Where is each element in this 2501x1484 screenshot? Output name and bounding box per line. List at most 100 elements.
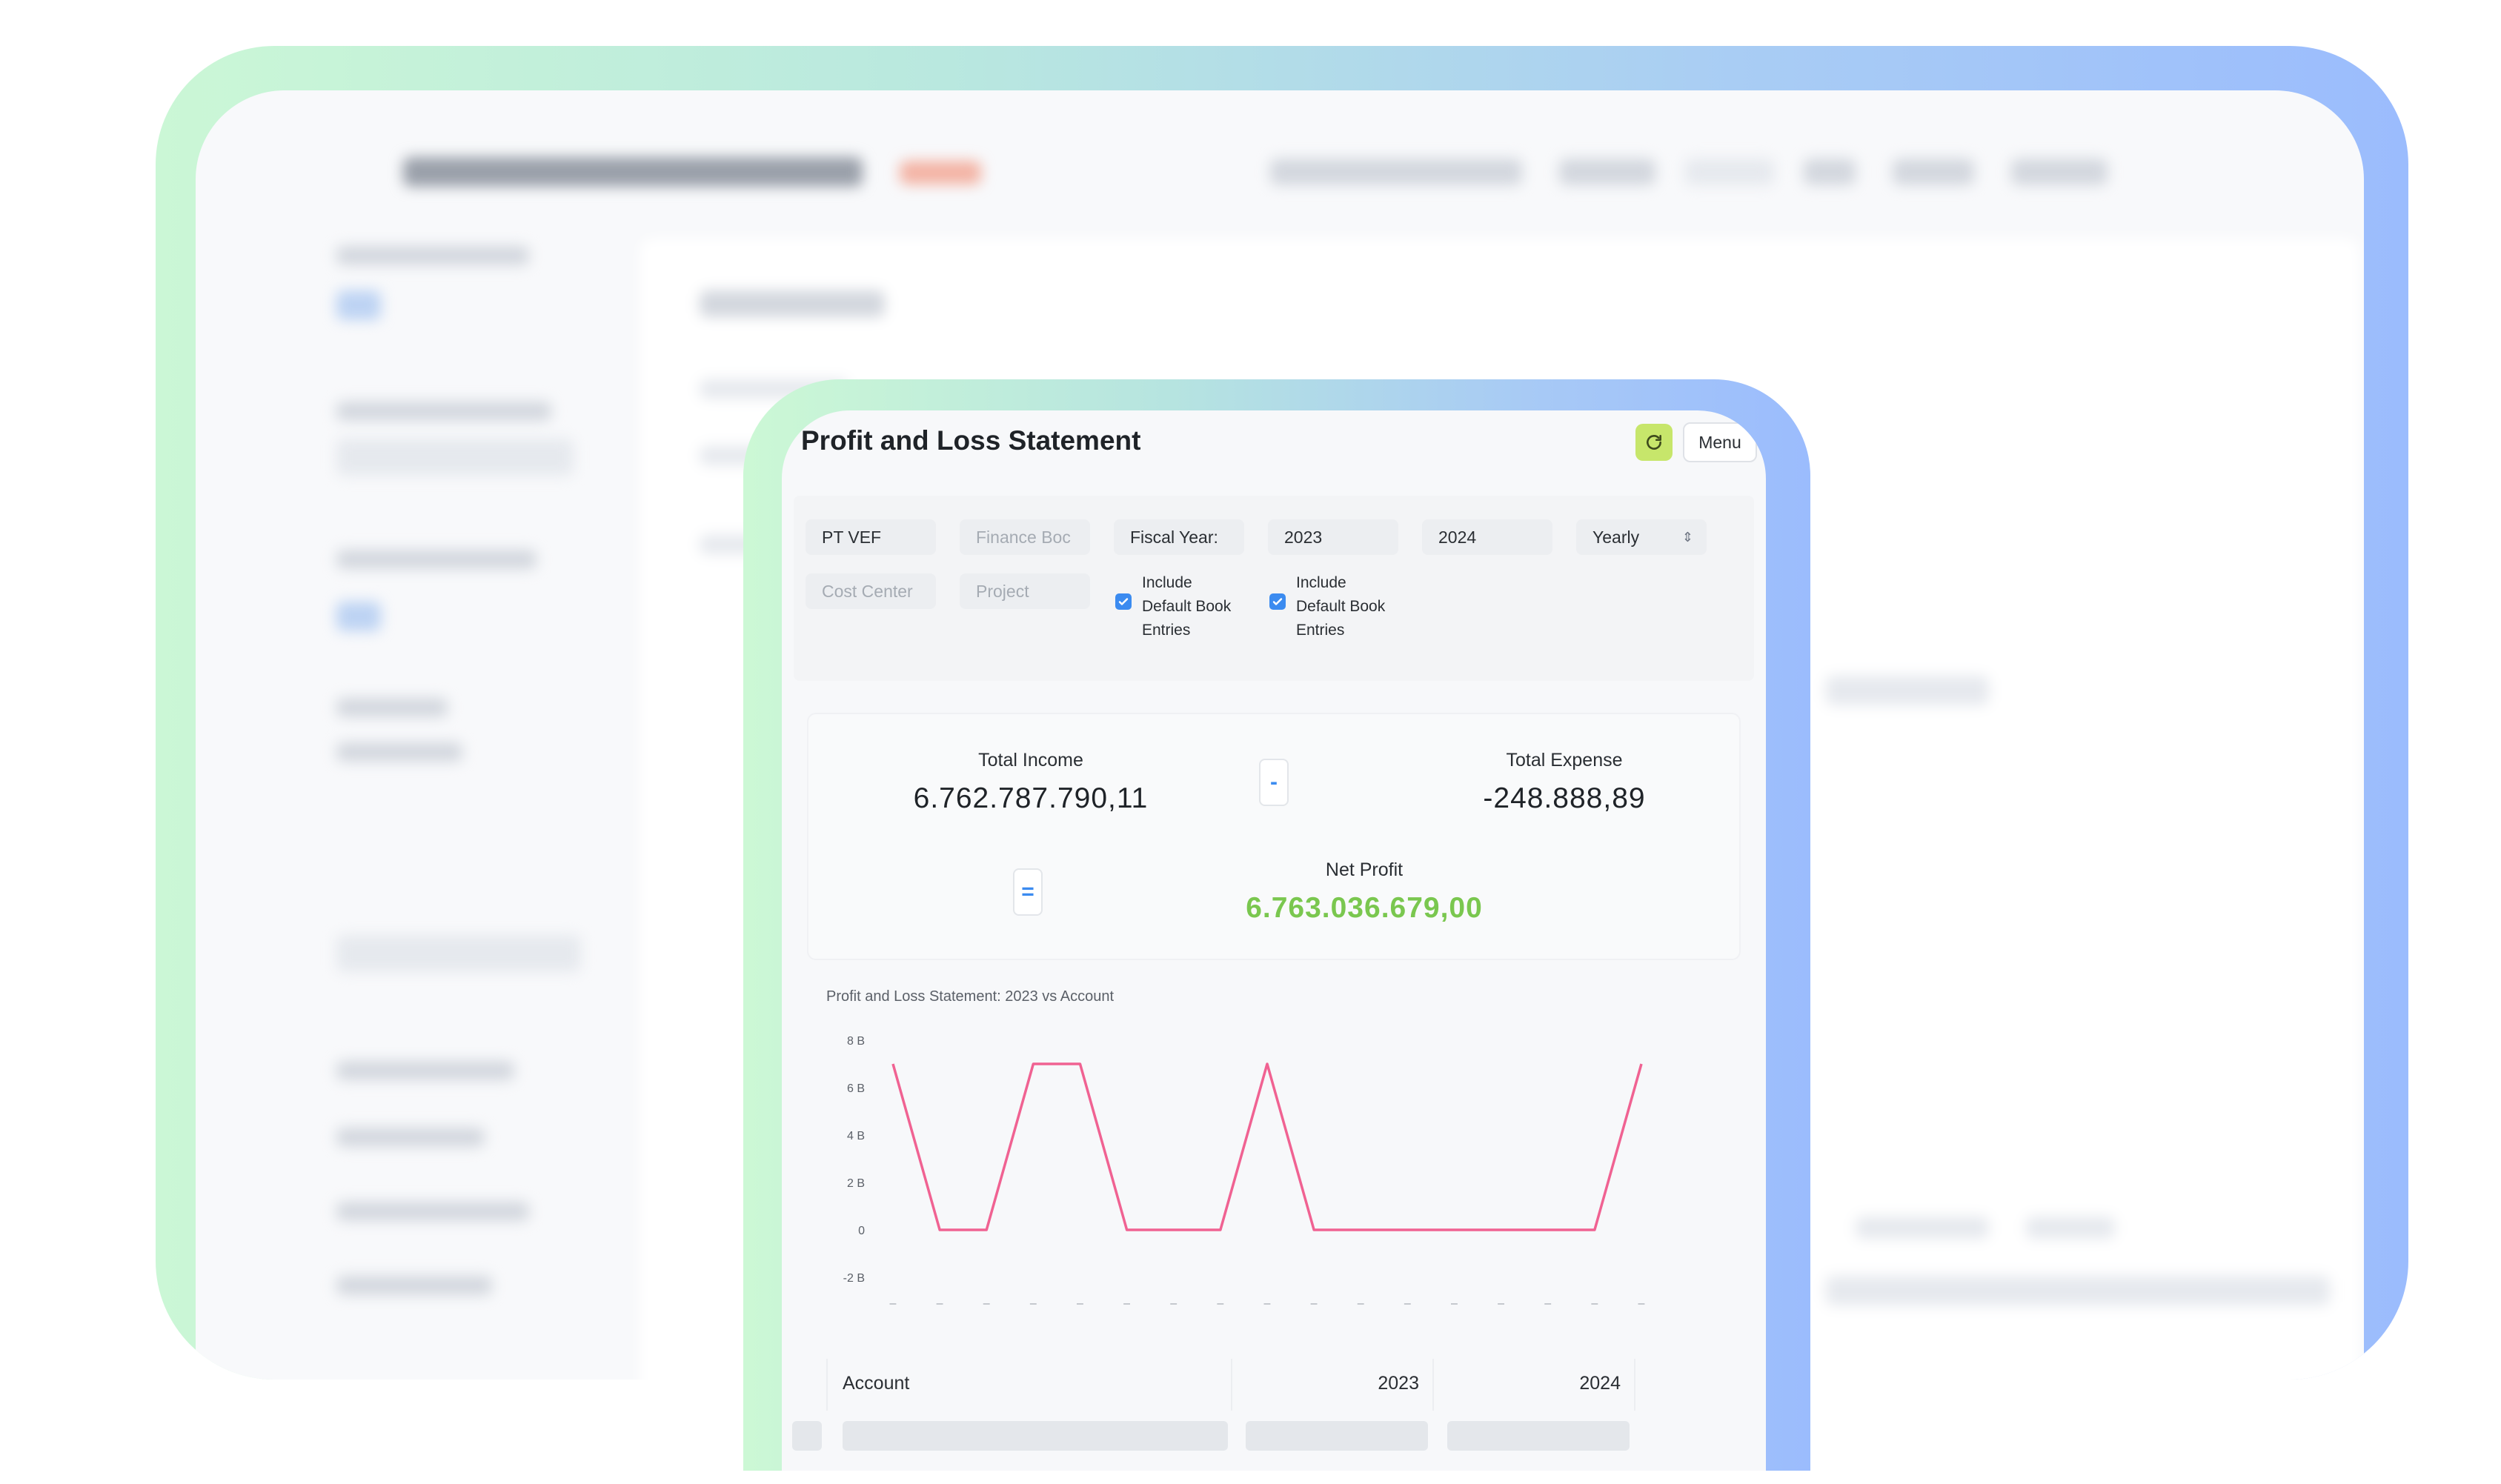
y-tick-label: 6 B [847,1082,865,1095]
report-card-frame: Profit and Loss Statement Menu PT VEF Fi… [743,379,1810,1484]
period-type-filter[interactable]: Fiscal Year: [1114,519,1244,555]
column-header-account[interactable]: Account [843,1359,909,1408]
bg-side-2 [336,290,381,320]
label-line: Default Book [1296,598,1386,615]
column-header-2024[interactable]: 2024 [1443,1359,1621,1408]
bg-nav-4 [1893,159,1974,185]
y-tick-label: -2 B [843,1272,865,1285]
equals-operator: = [1013,868,1043,916]
bg-side-12 [336,1202,529,1221]
summary-panel: Total Income 6.762.787.790,11 - Total Ex… [808,714,1739,959]
include-default-book-label-1: Include Default Book Entries [1142,571,1231,642]
x-tick-label: – [1264,1297,1271,1310]
checkbox-checked-icon [1115,593,1132,610]
x-tick-label: – [937,1297,943,1310]
periodicity-value: Yearly [1592,527,1640,547]
total-income-label: Total Income [978,750,1083,771]
bg-main-line-5 [1856,1217,1989,1239]
from-year-filter[interactable]: 2023 [1268,519,1398,555]
cost-center-filter[interactable]: Cost Center [806,573,936,609]
menu-button[interactable]: Menu [1683,422,1757,462]
to-year-filter[interactable]: 2024 [1422,519,1552,555]
table-divider [1231,1359,1232,1411]
x-tick-label: – [1358,1297,1364,1310]
card-bottom-fade [743,1471,1810,1484]
bg-side-13 [336,1276,492,1295]
bg-nav-1 [1559,159,1655,185]
bg-side-7 [336,698,448,717]
bg-side-6 [336,602,381,631]
bg-main-line-6 [2026,1217,2115,1239]
bg-side-8 [336,742,462,762]
bg-status-badge [900,161,981,184]
include-default-book-checkbox-1[interactable]: Include Default Book Entries [1115,571,1231,642]
table-divider [1432,1359,1434,1411]
table-divider [826,1359,828,1411]
bg-side-9 [336,935,581,972]
x-tick-label: – [1404,1297,1411,1310]
column-header-2023[interactable]: 2023 [1241,1359,1419,1408]
net-profit-value: 6.763.036.679,00 [1246,892,1483,924]
x-tick-label: – [1170,1297,1177,1310]
x-tick-label: – [1311,1297,1318,1310]
include-default-book-checkbox-2[interactable]: Include Default Book Entries [1269,571,1385,642]
table-row-cell [792,1421,822,1451]
report-card: Profit and Loss Statement Menu PT VEF Fi… [782,410,1766,1484]
table-row-cell [1447,1421,1630,1451]
label-line: Entries [1296,622,1345,639]
chart-container: Profit and Loss Statement: 2023 vs Accou… [804,988,1760,1314]
bg-side-3 [336,402,551,421]
x-tick-label: – [1498,1297,1504,1310]
total-income-value: 6.762.787.790,11 [913,782,1149,814]
label-line: Include [1296,574,1346,591]
bg-side-1 [336,246,529,265]
x-tick-label: – [1217,1297,1223,1310]
refresh-button[interactable] [1635,424,1673,461]
bg-side-4 [336,439,574,476]
table-row-cell [843,1421,1228,1451]
label-line: Include [1142,574,1192,591]
bg-title-bar [403,157,863,187]
net-profit-label: Net Profit [1325,859,1404,880]
x-tick-label: – [1591,1297,1598,1310]
x-tick-label: – [1030,1297,1037,1310]
total-expense-label: Total Expense [1506,750,1623,771]
y-tick-label: 4 B [847,1130,865,1142]
label-line: Default Book [1142,598,1232,615]
periodicity-select[interactable]: Yearly ⇕ [1576,519,1707,555]
y-tick-label: 2 B [847,1177,865,1190]
refresh-icon [1647,435,1661,450]
total-expense-value: -248.888,89 [1483,782,1646,814]
select-arrows-icon: ⇕ [1681,529,1693,545]
x-tick-label: – [1077,1297,1083,1310]
bg-nav-2 [1685,159,1774,185]
report-table: Account 2023 2024 [782,1359,1766,1484]
series-line [891,1062,1643,1231]
y-tick-label: 0 [858,1225,865,1237]
bg-search [1270,159,1522,185]
bg-nav-3 [1804,159,1856,185]
checkbox-checked-icon [1269,593,1286,610]
include-default-book-label-2: Include Default Book Entries [1296,571,1385,642]
x-tick-label: – [1451,1297,1458,1310]
page-title: Profit and Loss Statement [801,425,1141,456]
minus-operator: - [1259,759,1289,806]
y-tick-label: 8 B [847,1035,865,1048]
filters-panel: PT VEF Finance Boc Fiscal Year: 2023 202… [794,496,1754,681]
bg-side-10 [336,1061,514,1080]
table-row-cell [1246,1421,1428,1451]
line-chart: 8 B 6 B 4 B 2 B 0 -2 B – – – – – – – – – – – – – – – – – [843,1035,1645,1310]
x-tick-label: – [1638,1297,1645,1310]
bg-main-line-4 [1826,676,1989,705]
x-tick-label: – [1123,1297,1130,1310]
bg-main-line-7 [1826,1276,2330,1305]
bg-side-5 [336,550,537,569]
bg-main-heading [700,290,885,317]
project-filter[interactable]: Project [960,573,1090,609]
company-filter[interactable]: PT VEF [806,519,936,555]
table-divider [1634,1359,1635,1411]
x-tick-label: – [983,1297,990,1310]
finance-book-filter[interactable]: Finance Boc [960,519,1090,555]
x-tick-label: – [1544,1297,1551,1310]
bg-nav-5 [2011,159,2108,185]
